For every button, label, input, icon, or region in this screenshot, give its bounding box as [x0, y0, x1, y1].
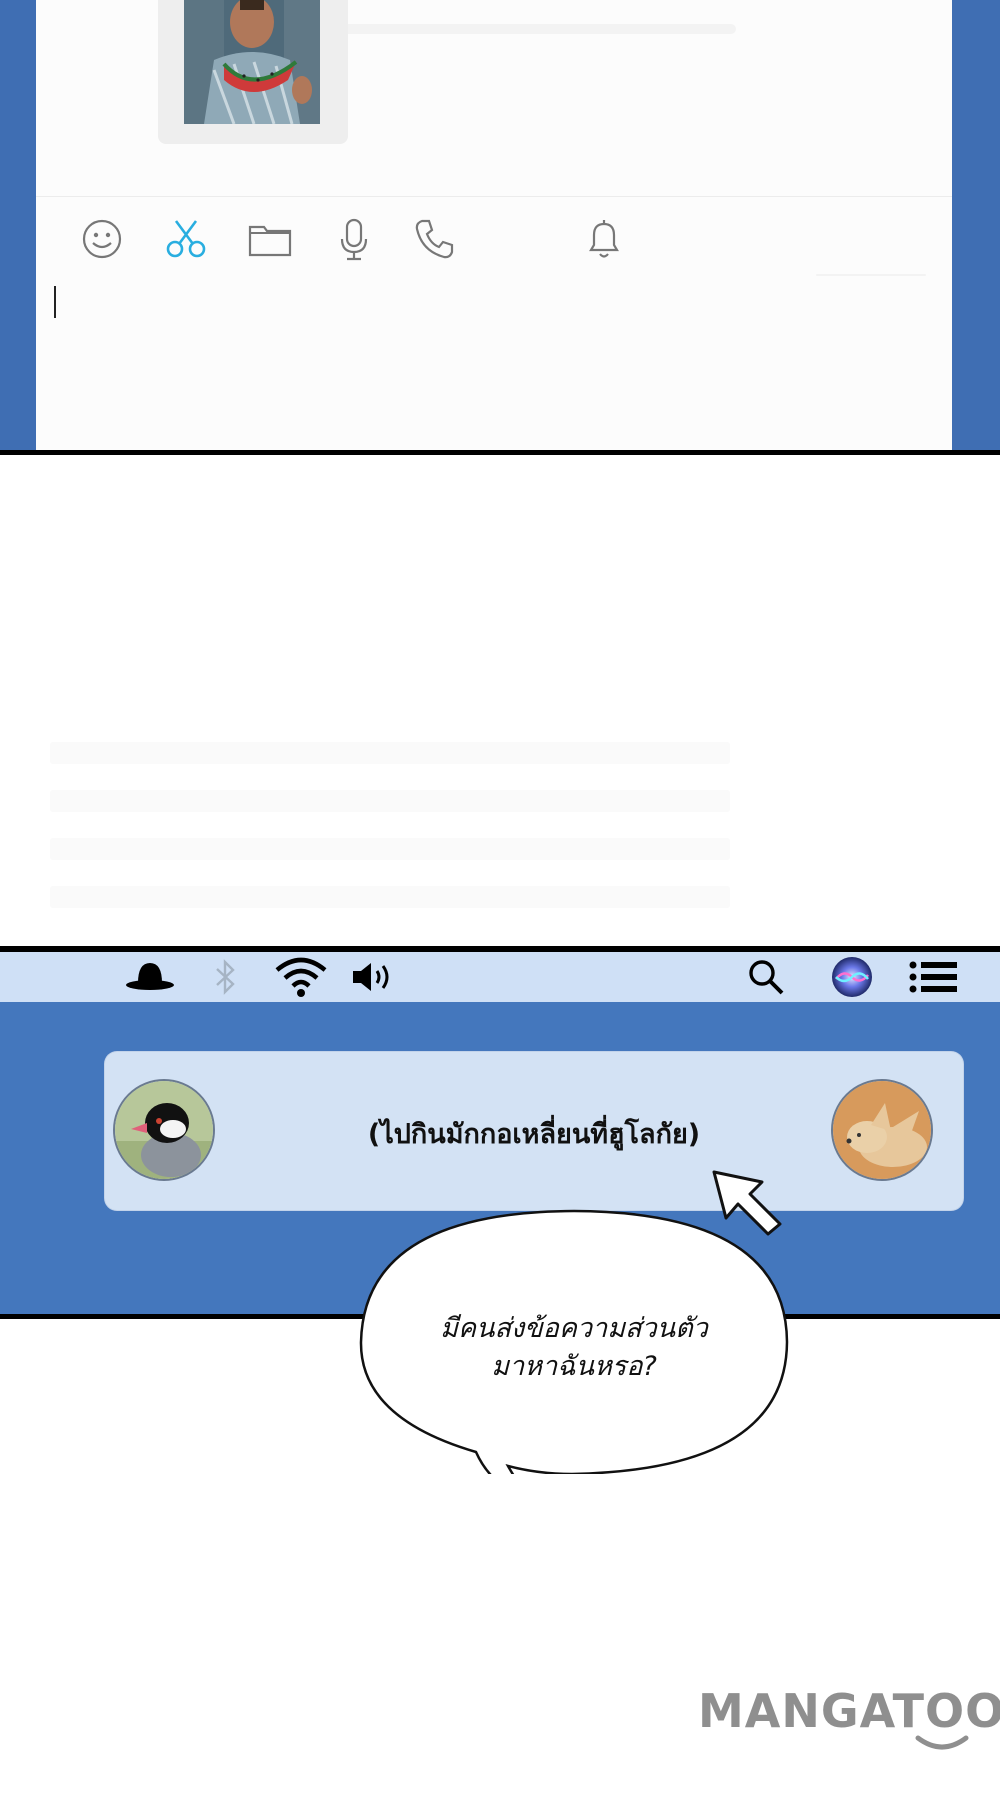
ghost-text-row [50, 886, 730, 908]
screenshot-cut-button[interactable] [162, 214, 210, 264]
faint-text-line [336, 24, 736, 34]
bell-icon [589, 220, 619, 258]
fox-avatar [831, 1079, 933, 1181]
list-icon [909, 961, 957, 993]
microphone-icon [340, 218, 368, 261]
chat-panel [0, 0, 1000, 450]
search-icon [749, 960, 784, 995]
watermark-text: MANGATOON [698, 1684, 1000, 1738]
spotlight-search-button[interactable] [742, 952, 790, 1002]
panel-border [0, 450, 1000, 455]
smile-logo-icon [915, 1735, 969, 1750]
hat-icon [126, 963, 174, 990]
ghost-text-row [50, 742, 730, 764]
folder-icon [248, 225, 292, 257]
speech-line-1: มีคนส่งข้อความส่วนตัว [440, 1313, 708, 1344]
file-button[interactable] [246, 214, 294, 264]
mangatoon-watermark: MANGATOON [698, 1684, 1000, 1754]
phone-icon [415, 219, 454, 259]
volume-status-item[interactable] [350, 952, 398, 1002]
siri-icon [832, 957, 872, 997]
bird-avatar [113, 1079, 215, 1181]
toolbar-divider [36, 196, 952, 197]
faint-divider [816, 274, 926, 276]
speech-bubble-text: มีคนส่งข้อความส่วนตัว มาหาฉันหรอ? [398, 1310, 750, 1386]
call-button[interactable] [410, 214, 458, 264]
bluetooth-status-item[interactable] [206, 952, 246, 1002]
bluetooth-icon [216, 959, 235, 995]
scissors-icon [166, 220, 206, 258]
notification-message: (ไปกินมักกอเหลี่ยนที่ฮูโลกัย) [367, 1119, 701, 1150]
hat-status-item[interactable] [122, 952, 178, 1002]
speech-line-2: มาหาฉันหรอ? [491, 1351, 657, 1382]
image-message-bubble[interactable] [158, 0, 348, 144]
siri-button[interactable] [828, 952, 876, 1002]
wifi-icon [275, 957, 327, 997]
wifi-status-item[interactable] [272, 952, 330, 1002]
notification-button[interactable] [580, 214, 628, 264]
voice-button[interactable] [330, 214, 378, 264]
volume-icon [353, 963, 389, 991]
ghost-text-row [50, 790, 730, 812]
emoji-button[interactable] [78, 214, 126, 264]
ghost-text-row [50, 838, 730, 860]
emoji-icon [82, 219, 122, 259]
menu-bar [0, 952, 1000, 1002]
text-input-caret[interactable] [54, 286, 56, 318]
photo-man-with-watermelon[interactable] [184, 0, 320, 124]
chat-window [36, 0, 952, 450]
notification-center-button[interactable] [906, 952, 962, 1002]
message-notification[interactable]: (ไปกินมักกอเหลี่ยนที่ฮูโลกัย) [105, 1052, 963, 1210]
